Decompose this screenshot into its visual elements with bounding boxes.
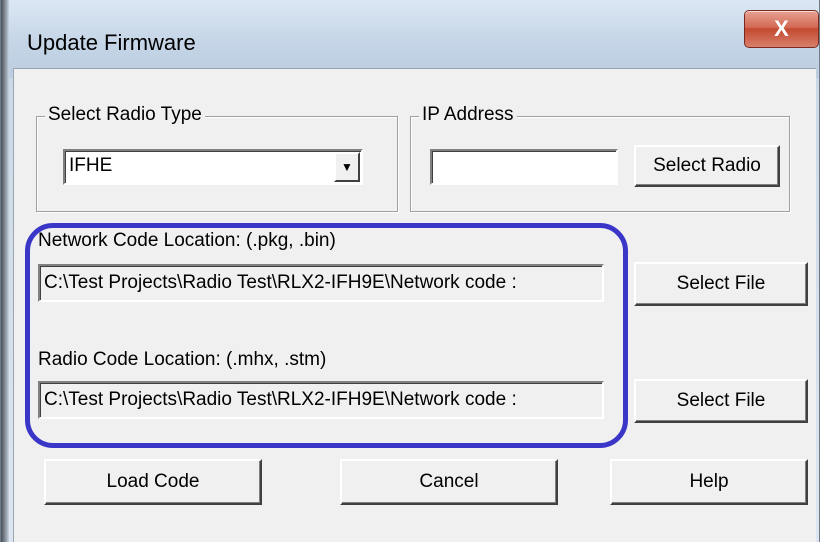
radio-type-selected: IFHE [69, 155, 113, 176]
radio-type-group-label: Select Radio Type [45, 104, 205, 126]
network-select-file-button[interactable]: Select File [634, 262, 808, 306]
dialog-window: Update Firmware X Select Radio Type IFHE… [0, 0, 820, 542]
select-radio-button[interactable]: Select Radio [634, 145, 780, 187]
window-left-edge [1, 0, 9, 542]
highlight-annotation [25, 223, 628, 448]
close-icon: X [774, 16, 789, 41]
radio-select-file-button[interactable]: Select File [634, 379, 808, 423]
ip-address-group-label: IP Address [419, 104, 517, 126]
radio-type-dropdown[interactable]: IFHE ▼ [63, 149, 363, 185]
window-title: Update Firmware [27, 30, 196, 55]
radio-type-group: Select Radio Type IFHE ▼ [36, 104, 398, 212]
help-button[interactable]: Help [610, 459, 808, 505]
ip-address-group: IP Address Select Radio [410, 104, 790, 212]
title-bar[interactable]: Update Firmware X [9, 0, 819, 78]
chevron-down-icon[interactable]: ▼ [334, 152, 360, 182]
load-code-button[interactable]: Load Code [44, 459, 262, 505]
cancel-button[interactable]: Cancel [340, 459, 558, 505]
close-button[interactable]: X [744, 10, 819, 48]
ip-address-input[interactable] [430, 149, 618, 185]
